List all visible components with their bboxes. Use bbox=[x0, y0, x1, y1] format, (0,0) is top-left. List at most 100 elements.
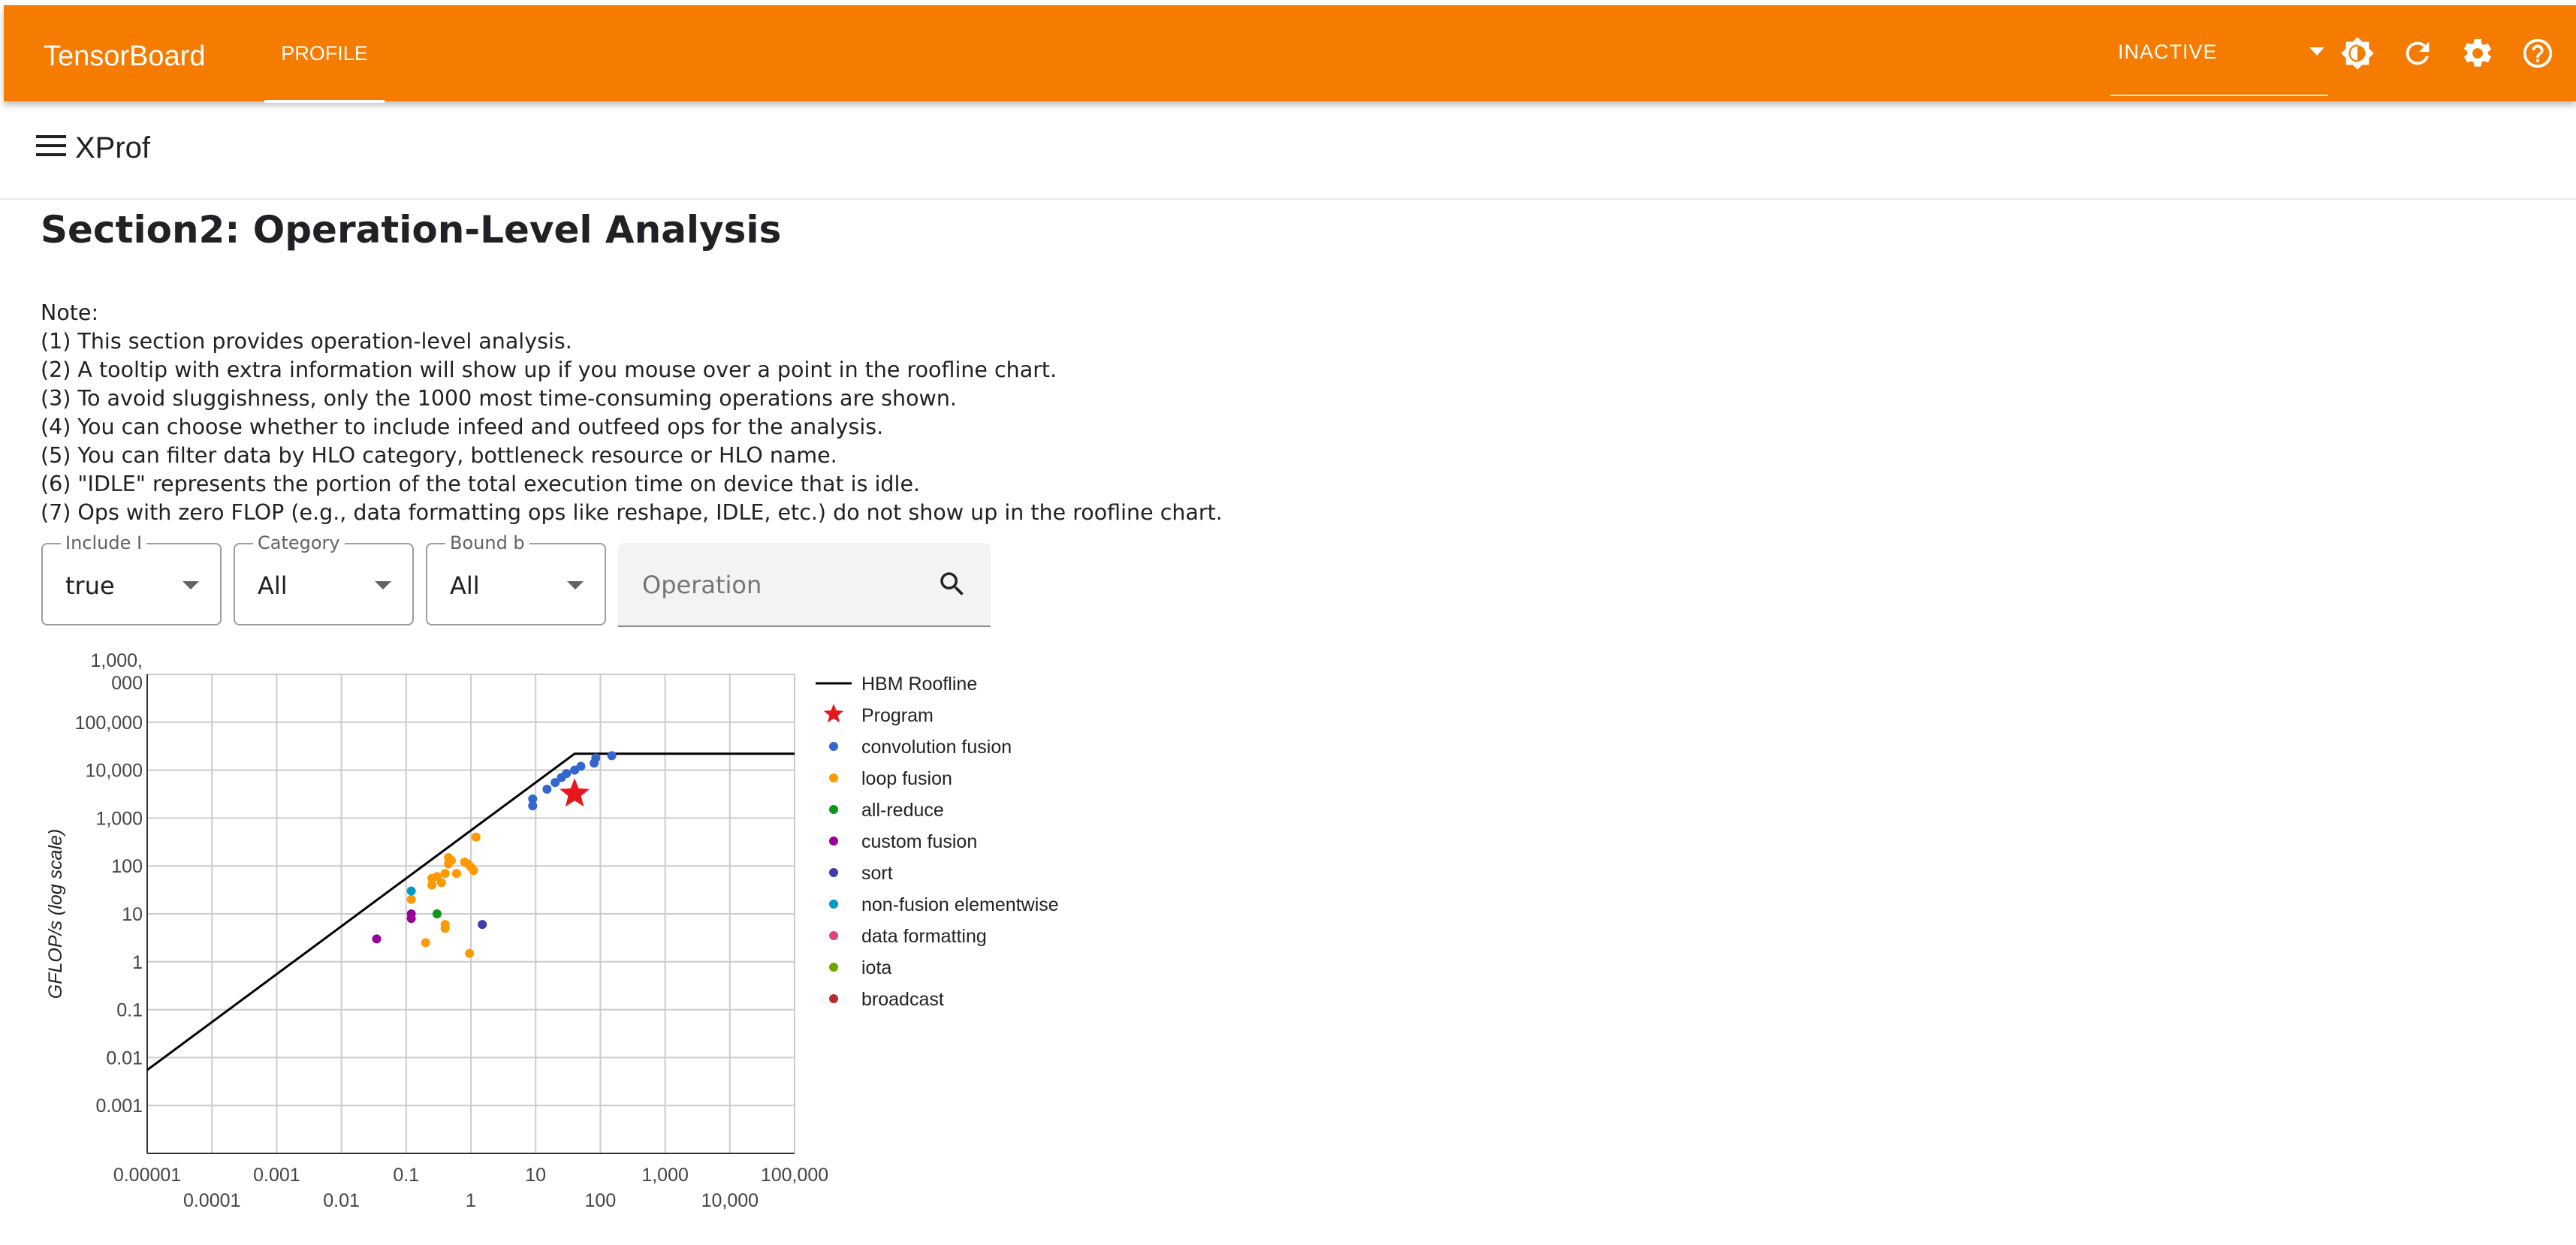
x-tick-label: 0.0001 bbox=[183, 1190, 240, 1211]
roofline-chart: 1,000,000100,00010,0001,0001001010.10.01… bbox=[45, 650, 1059, 1211]
run-selector-underline bbox=[2110, 95, 2328, 96]
data-point bbox=[406, 894, 416, 904]
menu-icon[interactable] bbox=[36, 135, 66, 158]
legend-label: data formatting bbox=[861, 926, 987, 947]
x-tick-label: 0.001 bbox=[253, 1165, 300, 1186]
legend-swatch bbox=[829, 837, 838, 846]
data-point bbox=[528, 794, 538, 804]
legend-swatch bbox=[829, 931, 838, 940]
legend-swatch bbox=[829, 868, 838, 877]
page-title: Section2: Operation-Level Analysis bbox=[41, 208, 782, 252]
legend-label: HBM Roofline bbox=[861, 674, 977, 695]
data-point bbox=[478, 920, 487, 930]
chevron-down-icon bbox=[2309, 47, 2324, 60]
legend-swatch bbox=[823, 704, 844, 723]
legend-label: custom fusion bbox=[861, 831, 977, 852]
bound-by-label: Bound b bbox=[445, 532, 529, 554]
refresh-icon[interactable] bbox=[2400, 36, 2435, 71]
data-point bbox=[406, 886, 416, 896]
y-tick-label: 1 bbox=[132, 952, 143, 973]
y-axis-label: GFLOP/s (log scale) bbox=[45, 829, 66, 999]
brightness-icon[interactable] bbox=[2340, 36, 2375, 71]
operation-search-field[interactable] bbox=[618, 543, 991, 627]
data-point bbox=[562, 769, 572, 779]
note-line: (5) You can filter data by HLO category,… bbox=[41, 443, 837, 468]
legend-label: sort bbox=[861, 863, 893, 884]
operation-search-input[interactable] bbox=[641, 565, 929, 604]
y-tick-label: 10,000 bbox=[86, 761, 143, 782]
data-point bbox=[440, 920, 450, 930]
legend-swatch bbox=[829, 963, 838, 972]
y-tick-label: 100,000 bbox=[75, 713, 143, 734]
legend-swatch bbox=[829, 994, 838, 1003]
x-tick-label: 0.01 bbox=[323, 1190, 360, 1211]
bound-by-select[interactable]: Bound b All bbox=[426, 532, 606, 626]
data-point bbox=[406, 909, 416, 918]
toolbar-title: XProf bbox=[75, 131, 151, 164]
legend-label: broadcast bbox=[861, 989, 944, 1010]
legend-label: non-fusion elementwise bbox=[861, 894, 1059, 915]
data-point bbox=[436, 878, 446, 888]
run-selector[interactable]: INACTIVE bbox=[2110, 23, 2328, 96]
x-tick-label: 100,000 bbox=[761, 1165, 828, 1186]
include-infeed-select[interactable]: Include I true bbox=[41, 532, 222, 626]
tab-profile[interactable]: PROFILE bbox=[264, 5, 385, 101]
y-tick-label: 0.1 bbox=[116, 1000, 143, 1021]
category-select[interactable]: Category All bbox=[234, 532, 414, 626]
data-point bbox=[542, 784, 552, 794]
y-tick-label: 10 bbox=[122, 904, 143, 925]
x-tick-label: 10,000 bbox=[701, 1190, 759, 1211]
legend-swatch bbox=[829, 773, 838, 782]
legend-label: iota bbox=[861, 957, 891, 978]
data-point bbox=[471, 832, 481, 842]
chevron-down-icon bbox=[567, 580, 584, 594]
notes-block: Note: (1) This section provides operatio… bbox=[41, 299, 1223, 527]
y-tick-label: 000 bbox=[111, 673, 143, 694]
x-tick-label: 100 bbox=[585, 1190, 617, 1211]
program-star-marker bbox=[560, 778, 590, 807]
x-tick-label: 0.00001 bbox=[113, 1165, 181, 1186]
data-point bbox=[421, 938, 430, 948]
legend-label: Program bbox=[861, 705, 934, 726]
category-label: Category bbox=[253, 532, 345, 554]
bound-by-value: All bbox=[450, 571, 480, 600]
run-selector-value: INACTIVE bbox=[2118, 41, 2218, 63]
data-point bbox=[576, 761, 586, 771]
search-icon[interactable] bbox=[937, 568, 968, 604]
category-value: All bbox=[258, 571, 288, 600]
data-point bbox=[440, 869, 450, 879]
legend-swatch bbox=[829, 900, 838, 909]
x-tick-label: 10 bbox=[525, 1165, 546, 1186]
note-line: (2) A tooltip with extra information wil… bbox=[41, 357, 1057, 382]
note-line: (3) To avoid sluggishness, only the 1000… bbox=[41, 386, 957, 411]
legend-swatch bbox=[829, 805, 838, 814]
chevron-down-icon bbox=[375, 580, 391, 594]
help-icon[interactable] bbox=[2520, 36, 2555, 71]
data-point bbox=[469, 866, 478, 876]
legend-swatch bbox=[829, 742, 838, 751]
note-line: Note: bbox=[41, 300, 99, 325]
y-tick-label: 0.001 bbox=[95, 1096, 143, 1117]
note-line: (4) You can choose whether to include in… bbox=[41, 414, 884, 439]
y-tick-label: 100 bbox=[111, 856, 143, 877]
y-tick-label: 1,000, bbox=[90, 650, 143, 671]
data-point bbox=[447, 855, 457, 865]
x-tick-label: 0.1 bbox=[393, 1165, 419, 1186]
legend-label: all-reduce bbox=[861, 800, 944, 821]
data-point bbox=[607, 751, 617, 761]
include-infeed-value: true bbox=[65, 571, 115, 600]
x-tick-label: 1,000 bbox=[641, 1165, 689, 1186]
plugin-toolbar bbox=[0, 102, 2576, 200]
data-point bbox=[591, 753, 601, 763]
note-line: (1) This section provides operation-leve… bbox=[41, 329, 572, 354]
data-point bbox=[451, 869, 461, 879]
y-tick-label: 1,000 bbox=[95, 808, 143, 829]
legend-label: convolution fusion bbox=[861, 737, 1012, 758]
app-brand[interactable]: TensorBoard bbox=[44, 40, 205, 73]
chevron-down-icon bbox=[182, 580, 199, 594]
settings-icon[interactable] bbox=[2460, 36, 2495, 71]
data-point bbox=[465, 948, 475, 958]
data-point bbox=[432, 909, 442, 918]
include-infeed-label: Include I bbox=[61, 532, 147, 554]
legend-label: loop fusion bbox=[861, 768, 952, 789]
